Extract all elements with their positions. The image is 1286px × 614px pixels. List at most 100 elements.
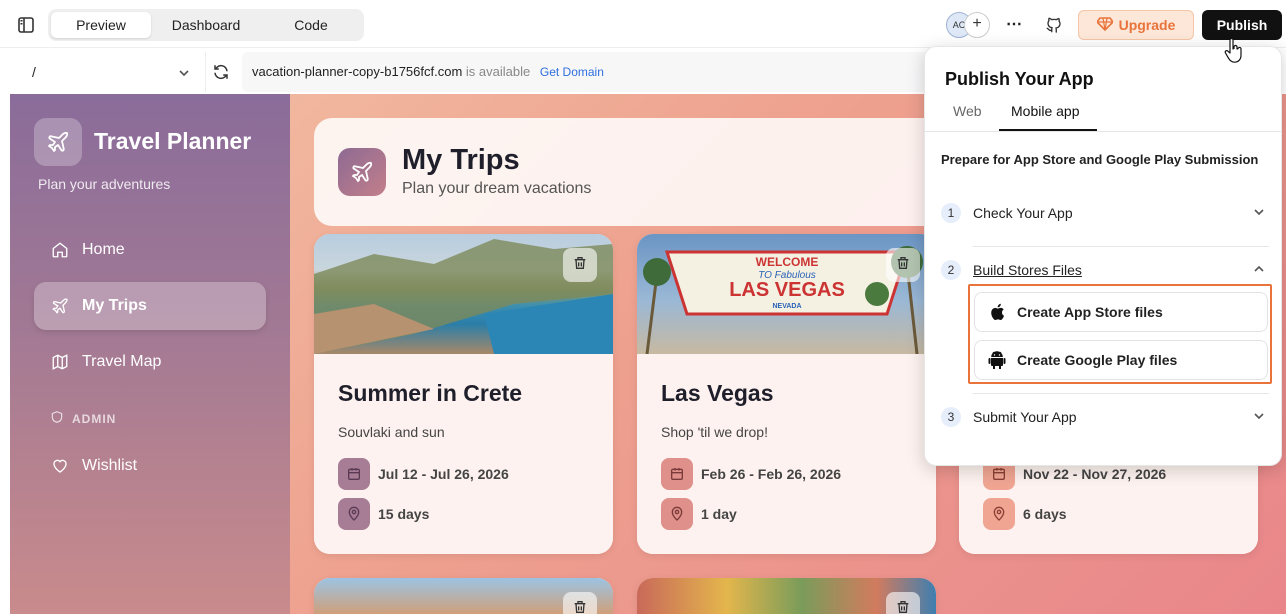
step-label: Build Stores Files xyxy=(973,262,1082,278)
calendar-icon xyxy=(661,458,693,490)
app-sidebar: Travel Planner Plan your adventures Home… xyxy=(10,94,290,614)
availability-text: is available xyxy=(465,64,531,79)
button-label: Create Google Play files xyxy=(1017,352,1178,368)
chevron-up-icon xyxy=(1253,262,1265,278)
delete-trip-button[interactable] xyxy=(886,592,920,614)
sidebar-item-label: Home xyxy=(82,241,125,258)
sidebar-item-label: Travel Map xyxy=(82,353,162,370)
map-icon xyxy=(50,352,70,372)
publish-panel: Publish Your App Web Mobile app Prepare … xyxy=(924,46,1282,466)
tab-code[interactable]: Code xyxy=(261,12,361,38)
admin-label: ADMIN xyxy=(72,411,117,426)
calendar-icon xyxy=(338,458,370,490)
trip-dates-text: Feb 26 - Feb 26, 2026 xyxy=(701,466,842,482)
trip-duration: 15 days xyxy=(338,498,429,530)
trip-card[interactable] xyxy=(637,578,936,614)
get-domain-link[interactable]: Get Domain xyxy=(540,65,604,79)
location-pin-icon xyxy=(661,498,693,530)
delete-trip-button[interactable] xyxy=(563,592,597,614)
chevron-down-icon xyxy=(1253,205,1265,221)
step-number: 3 xyxy=(941,407,961,427)
home-icon xyxy=(50,240,70,260)
active-tab-indicator xyxy=(999,129,1097,131)
sign-las-vegas: LAS VEGAS xyxy=(729,279,845,301)
step-label: Check Your App xyxy=(973,205,1073,221)
trip-dates: Jul 12 - Jul 26, 2026 xyxy=(338,458,509,490)
sidebar-item-home[interactable]: Home xyxy=(34,226,266,274)
android-icon xyxy=(987,350,1007,370)
route-value: / xyxy=(32,64,36,80)
button-label: Create App Store files xyxy=(1017,304,1163,320)
app-title: Travel Planner xyxy=(94,128,252,154)
trip-dates: Feb 26 - Feb 26, 2026 xyxy=(661,458,841,490)
airplane-icon xyxy=(338,148,386,196)
trip-duration-text: 15 days xyxy=(378,506,430,522)
upgrade-button[interactable]: Upgrade xyxy=(1078,10,1194,40)
chevron-down-icon xyxy=(178,66,190,84)
step-check-app[interactable]: 1 Check Your App xyxy=(941,201,1271,225)
trash-icon xyxy=(895,255,911,276)
trip-title: Summer in Crete xyxy=(338,380,523,406)
trip-duration-text: 6 days xyxy=(1023,506,1067,522)
sidebar-toggle-icon[interactable] xyxy=(16,15,36,35)
trip-description: Souvlaki and sun xyxy=(338,424,445,440)
tab-web[interactable]: Web xyxy=(953,103,982,119)
github-icon[interactable] xyxy=(1042,13,1066,37)
trip-duration-text: 1 day xyxy=(701,506,737,522)
trash-icon xyxy=(572,599,588,614)
trip-duration: 6 days xyxy=(983,498,1067,530)
divider xyxy=(973,393,1269,394)
trip-dates-text: Nov 22 - Nov 27, 2026 xyxy=(1023,466,1167,482)
tab-dashboard[interactable]: Dashboard xyxy=(156,12,256,38)
tab-preview[interactable]: Preview xyxy=(51,12,151,38)
tab-mobile-app[interactable]: Mobile app xyxy=(1011,103,1080,119)
url-display: vacation-planner-copy-b1756fcf.com is av… xyxy=(242,52,962,92)
airplane-icon xyxy=(34,118,82,166)
trip-card[interactable]: Summer in Crete Souvlaki and sun Jul 12 … xyxy=(314,234,613,554)
publish-button[interactable]: Publish xyxy=(1202,10,1282,40)
refresh-icon[interactable] xyxy=(212,63,230,86)
location-pin-icon xyxy=(983,498,1015,530)
publish-tabs: Web Mobile app xyxy=(925,97,1281,132)
domain-text: vacation-planner-copy-b1756fcf.com xyxy=(252,64,463,79)
app-subtitle: Plan your adventures xyxy=(38,176,171,192)
page-subtitle: Plan your dream vacations xyxy=(402,180,592,197)
delete-trip-button[interactable] xyxy=(886,248,920,282)
sidebar-item-travel-map[interactable]: Travel Map xyxy=(34,338,266,386)
step-build-store-files[interactable]: 2 Build Stores Files xyxy=(941,258,1271,282)
view-tabs: Preview Dashboard Code xyxy=(48,9,364,41)
sidebar-item-wishlist[interactable]: Wishlist xyxy=(34,442,266,490)
create-google-play-files-button[interactable]: Create Google Play files xyxy=(974,340,1268,380)
delete-trip-button[interactable] xyxy=(563,248,597,282)
divider xyxy=(973,246,1269,247)
heart-icon xyxy=(50,456,70,476)
route-select[interactable]: / xyxy=(10,52,206,92)
trip-card-body: Summer in Crete Souvlaki and sun Jul 12 … xyxy=(314,354,613,554)
publish-intro: Prepare for App Store and Google Play Su… xyxy=(941,152,1259,167)
sidebar-item-my-trips[interactable]: My Trips xyxy=(34,282,266,330)
step-number: 1 xyxy=(941,203,961,223)
trip-card[interactable] xyxy=(314,578,613,614)
create-app-store-files-button[interactable]: Create App Store files xyxy=(974,292,1268,332)
sidebar-item-label: Wishlist xyxy=(82,457,138,474)
airplane-icon xyxy=(50,296,70,316)
page-header-card: My Trips Plan your dream vacations xyxy=(314,118,954,226)
step-submit-app[interactable]: 3 Submit Your App xyxy=(941,405,1271,429)
upgrade-label: Upgrade xyxy=(1118,17,1176,33)
trip-description: Shop 'til we drop! xyxy=(661,424,768,440)
sidebar-item-label: My Trips xyxy=(82,297,147,314)
step-number: 2 xyxy=(941,260,961,280)
trip-card-body: Las Vegas Shop 'til we drop! Feb 26 - Fe… xyxy=(637,354,936,554)
publish-panel-title: Publish Your App xyxy=(945,69,1094,89)
diamond-icon xyxy=(1095,16,1114,34)
trip-card[interactable]: WELCOME TO Fabulous LAS VEGAS NEVADA Las… xyxy=(637,234,936,554)
sign-welcome: WELCOME xyxy=(756,255,819,269)
more-options-icon[interactable]: ⋯ xyxy=(1002,12,1026,36)
page-title: My Trips xyxy=(402,144,520,176)
trip-title: Las Vegas xyxy=(661,380,774,406)
admin-section-label: ADMIN xyxy=(50,410,116,427)
top-toolbar: Preview Dashboard Code AC + ⋯ Upgrade Pu… xyxy=(0,0,1286,48)
apple-icon xyxy=(987,302,1007,322)
add-collaborator-button[interactable]: + xyxy=(964,12,990,38)
trip-dates-text: Jul 12 - Jul 26, 2026 xyxy=(378,466,509,482)
